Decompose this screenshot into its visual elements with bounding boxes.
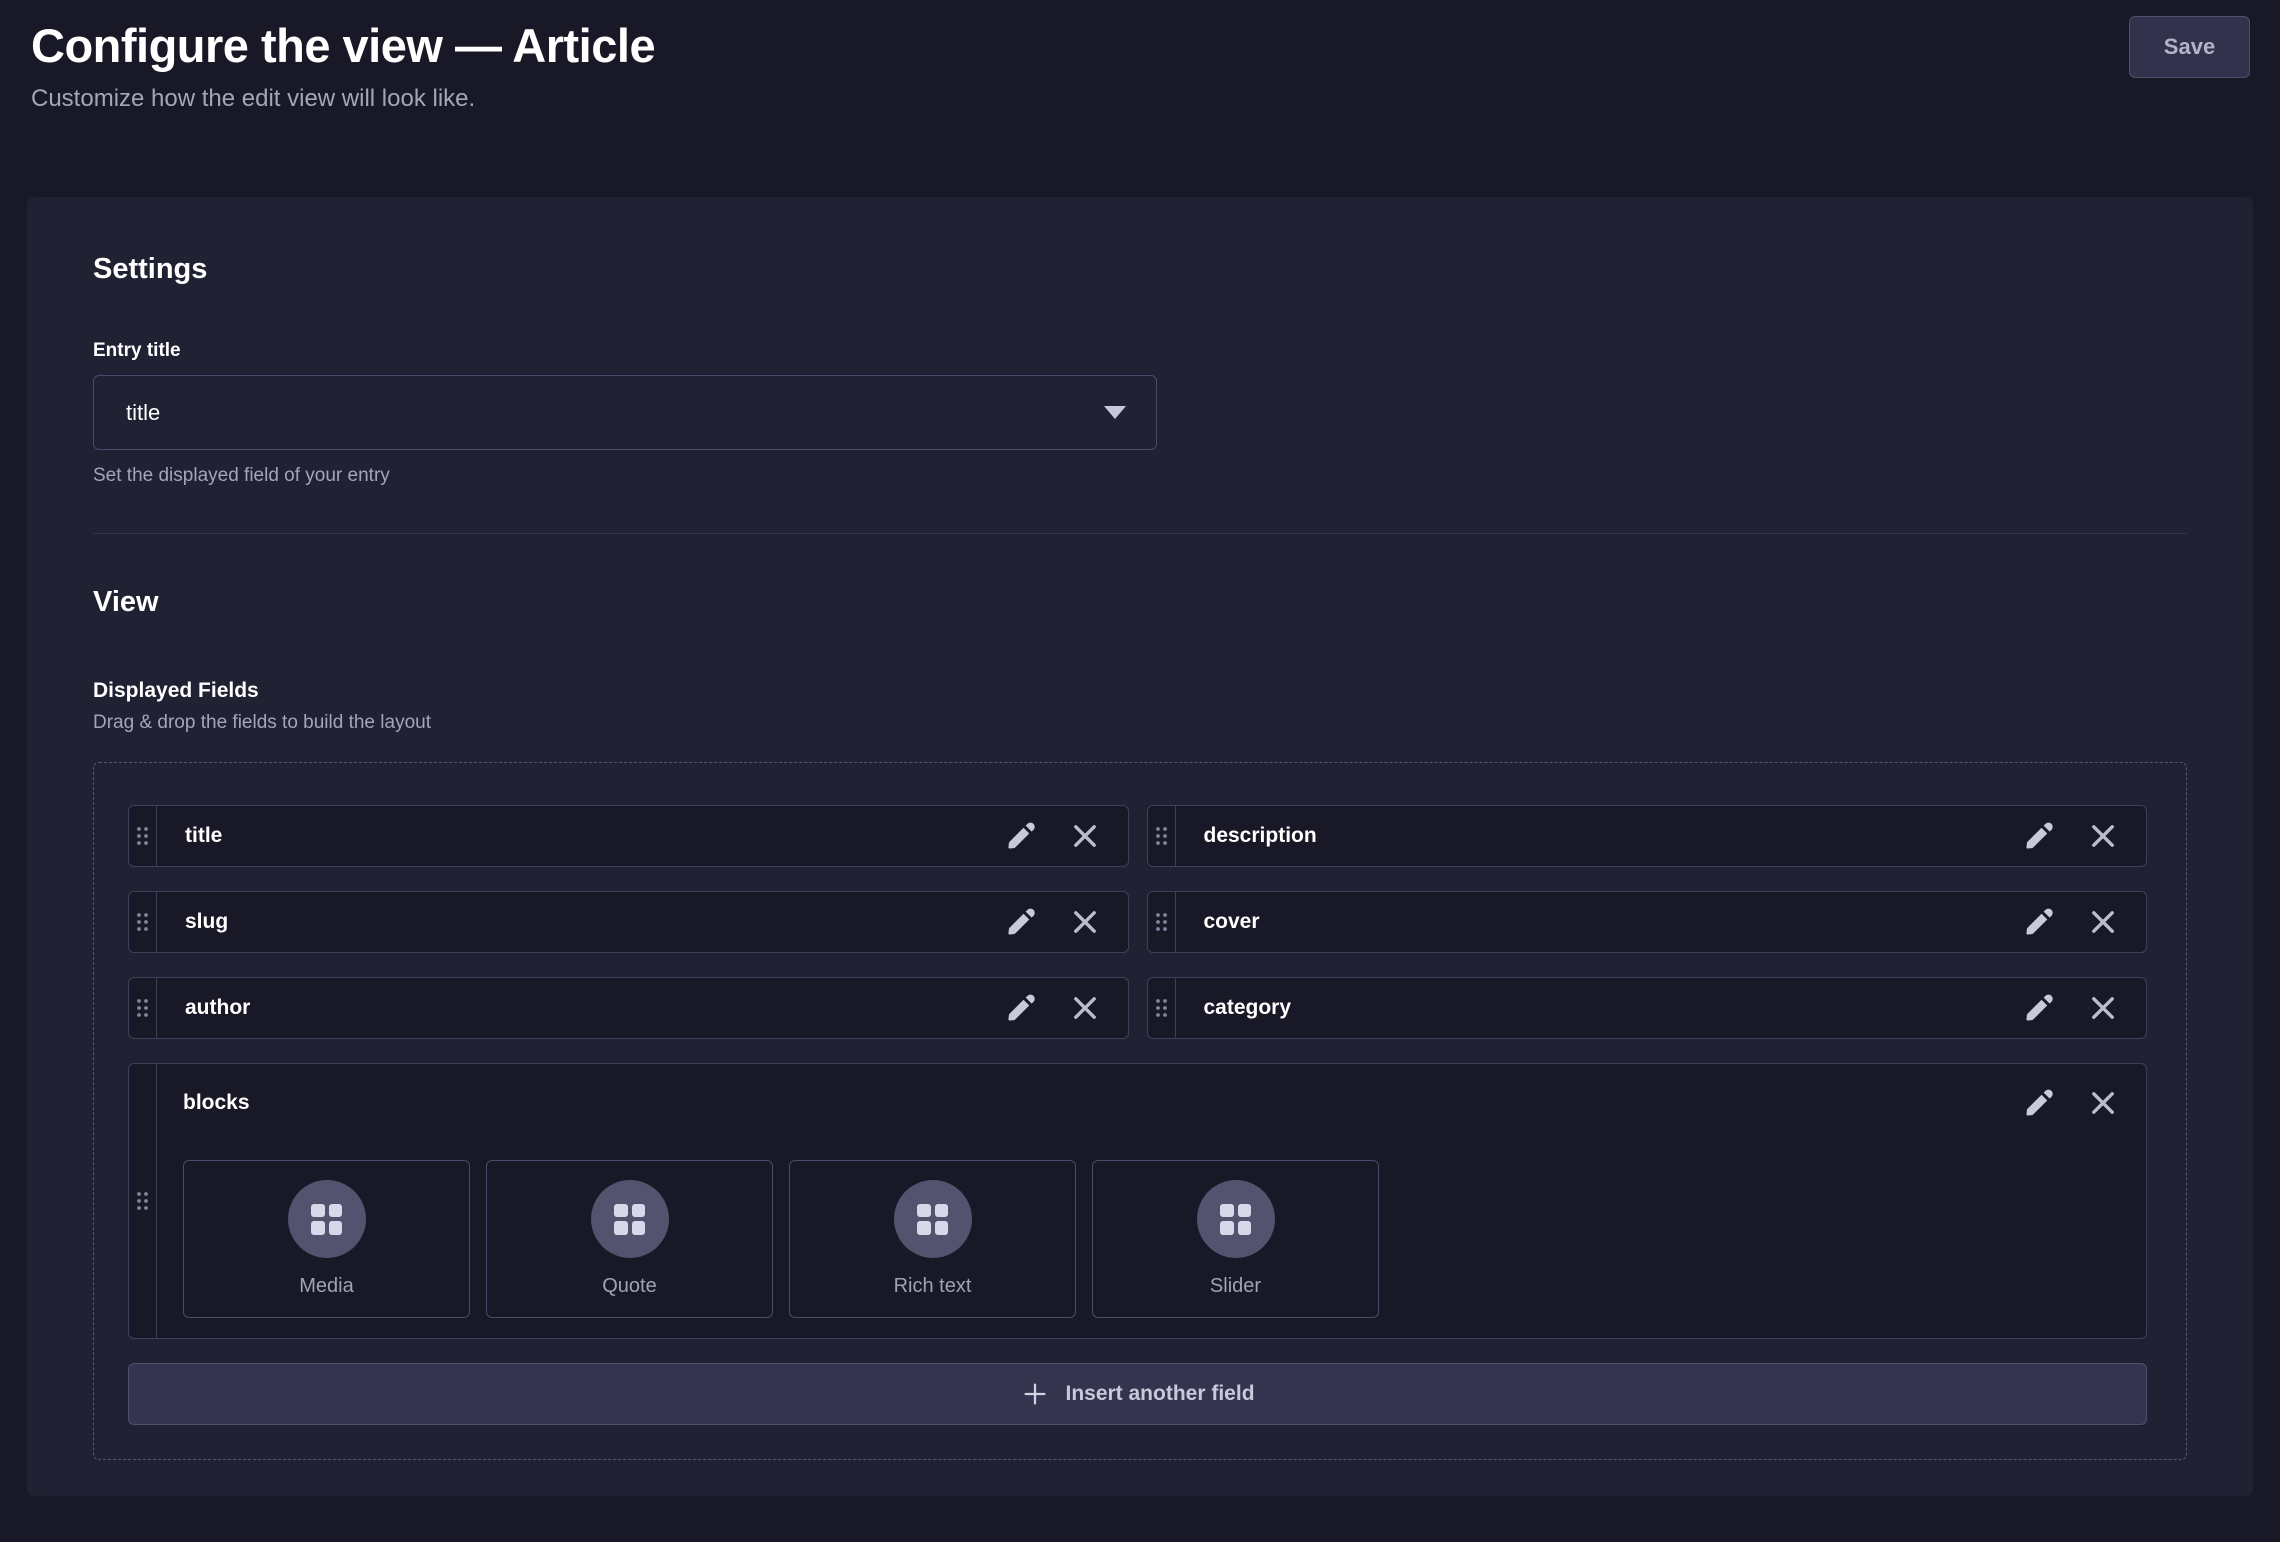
component-card-label: Quote bbox=[602, 1275, 656, 1298]
component-card-media[interactable]: Media bbox=[183, 1160, 470, 1318]
edit-field-button[interactable] bbox=[1002, 817, 1040, 855]
cross-icon bbox=[2086, 991, 2120, 1025]
field-row-label: category bbox=[1176, 978, 2021, 1038]
edit-field-button[interactable] bbox=[2020, 903, 2058, 941]
displayed-fields-title: Displayed Fields bbox=[93, 679, 2187, 703]
component-cards: Media Quote Rich text Slider bbox=[183, 1160, 2122, 1318]
fields-grid: title description slug bbox=[128, 805, 2147, 1339]
edit-field-button[interactable] bbox=[1002, 989, 1040, 1027]
save-button[interactable]: Save bbox=[2129, 16, 2250, 78]
cross-icon bbox=[2086, 1086, 2120, 1120]
remove-field-button[interactable] bbox=[2084, 903, 2122, 941]
insert-another-field-label: Insert another field bbox=[1065, 1382, 1254, 1406]
pencil-icon bbox=[1003, 904, 1039, 940]
entry-title-label: Entry title bbox=[93, 340, 2187, 362]
drag-handle[interactable] bbox=[1148, 978, 1176, 1038]
entry-title-select[interactable]: title bbox=[93, 375, 1157, 450]
drag-dots-icon bbox=[135, 1190, 150, 1212]
field-row-category: category bbox=[1147, 977, 2148, 1039]
drag-handle[interactable] bbox=[129, 1064, 157, 1338]
drag-handle[interactable] bbox=[129, 978, 157, 1038]
cross-icon bbox=[1068, 905, 1102, 939]
component-card-rich-text[interactable]: Rich text bbox=[789, 1160, 1076, 1318]
remove-field-button[interactable] bbox=[1066, 817, 1104, 855]
pencil-icon bbox=[1003, 990, 1039, 1026]
field-row-label: blocks bbox=[183, 1091, 250, 1115]
drag-dots-icon bbox=[1154, 911, 1169, 933]
field-row-label: slug bbox=[157, 892, 1002, 952]
drag-dots-icon bbox=[1154, 825, 1169, 847]
pencil-icon bbox=[1003, 818, 1039, 854]
pencil-icon bbox=[2021, 1085, 2057, 1121]
drag-handle[interactable] bbox=[1148, 892, 1176, 952]
remove-field-button[interactable] bbox=[2084, 817, 2122, 855]
component-card-label: Media bbox=[299, 1275, 353, 1298]
entry-title-field: Entry title title Set the displayed fiel… bbox=[93, 340, 2187, 487]
component-card-slider[interactable]: Slider bbox=[1092, 1160, 1379, 1318]
displayed-fields-subtitle: Drag & drop the fields to build the layo… bbox=[93, 712, 2187, 734]
component-grid-icon bbox=[591, 1180, 669, 1258]
drag-dots-icon bbox=[135, 911, 150, 933]
component-card-label: Rich text bbox=[894, 1275, 972, 1298]
settings-heading: Settings bbox=[93, 253, 2187, 286]
fields-dropzone: title description slug bbox=[93, 762, 2187, 1460]
field-row-cover: cover bbox=[1147, 891, 2148, 953]
entry-title-helper: Set the displayed field of your entry bbox=[93, 465, 2187, 487]
drag-handle[interactable] bbox=[1148, 806, 1176, 866]
page-title: Configure the view — Article bbox=[31, 18, 2240, 73]
pencil-icon bbox=[2021, 818, 2057, 854]
pencil-icon bbox=[2021, 904, 2057, 940]
view-heading: View bbox=[93, 586, 2187, 619]
field-row-label: cover bbox=[1176, 892, 2021, 952]
drag-dots-icon bbox=[1154, 997, 1169, 1019]
field-row-slug: slug bbox=[128, 891, 1129, 953]
edit-field-button[interactable] bbox=[1002, 903, 1040, 941]
field-row-label: title bbox=[157, 806, 1002, 866]
cross-icon bbox=[2086, 905, 2120, 939]
edit-field-button[interactable] bbox=[2020, 817, 2058, 855]
remove-field-button[interactable] bbox=[1066, 989, 1104, 1027]
component-card-quote[interactable]: Quote bbox=[486, 1160, 773, 1318]
component-grid-icon bbox=[288, 1180, 366, 1258]
page-subtitle: Customize how the edit view will look li… bbox=[31, 85, 2240, 113]
remove-field-button[interactable] bbox=[2084, 989, 2122, 1027]
drag-dots-icon bbox=[135, 825, 150, 847]
drag-handle[interactable] bbox=[129, 806, 157, 866]
field-row-description: description bbox=[1147, 805, 2148, 867]
drag-dots-icon bbox=[135, 997, 150, 1019]
drag-handle[interactable] bbox=[129, 892, 157, 952]
chevron-down-icon bbox=[1104, 406, 1126, 419]
cross-icon bbox=[1068, 991, 1102, 1025]
entry-title-select-value: title bbox=[126, 400, 160, 426]
remove-field-button[interactable] bbox=[1066, 903, 1104, 941]
pencil-icon bbox=[2021, 990, 2057, 1026]
page-header: Configure the view — Article Customize h… bbox=[0, 0, 2280, 113]
edit-field-button[interactable] bbox=[2020, 1084, 2058, 1122]
section-divider bbox=[93, 533, 2187, 534]
field-row-author: author bbox=[128, 977, 1129, 1039]
remove-field-button[interactable] bbox=[2084, 1084, 2122, 1122]
field-row-blocks: blocks Media Quote bbox=[128, 1063, 2147, 1339]
field-row-label: author bbox=[157, 978, 1002, 1038]
component-card-label: Slider bbox=[1210, 1275, 1261, 1298]
component-grid-icon bbox=[1197, 1180, 1275, 1258]
cross-icon bbox=[1068, 819, 1102, 853]
insert-another-field-button[interactable]: Insert another field bbox=[128, 1363, 2147, 1425]
field-row-title: title bbox=[128, 805, 1129, 867]
field-row-label: description bbox=[1176, 806, 2021, 866]
cross-icon bbox=[2086, 819, 2120, 853]
configuration-panel: Settings Entry title title Set the displ… bbox=[27, 197, 2253, 1496]
component-grid-icon bbox=[894, 1180, 972, 1258]
plus-icon bbox=[1020, 1379, 1050, 1409]
edit-field-button[interactable] bbox=[2020, 989, 2058, 1027]
